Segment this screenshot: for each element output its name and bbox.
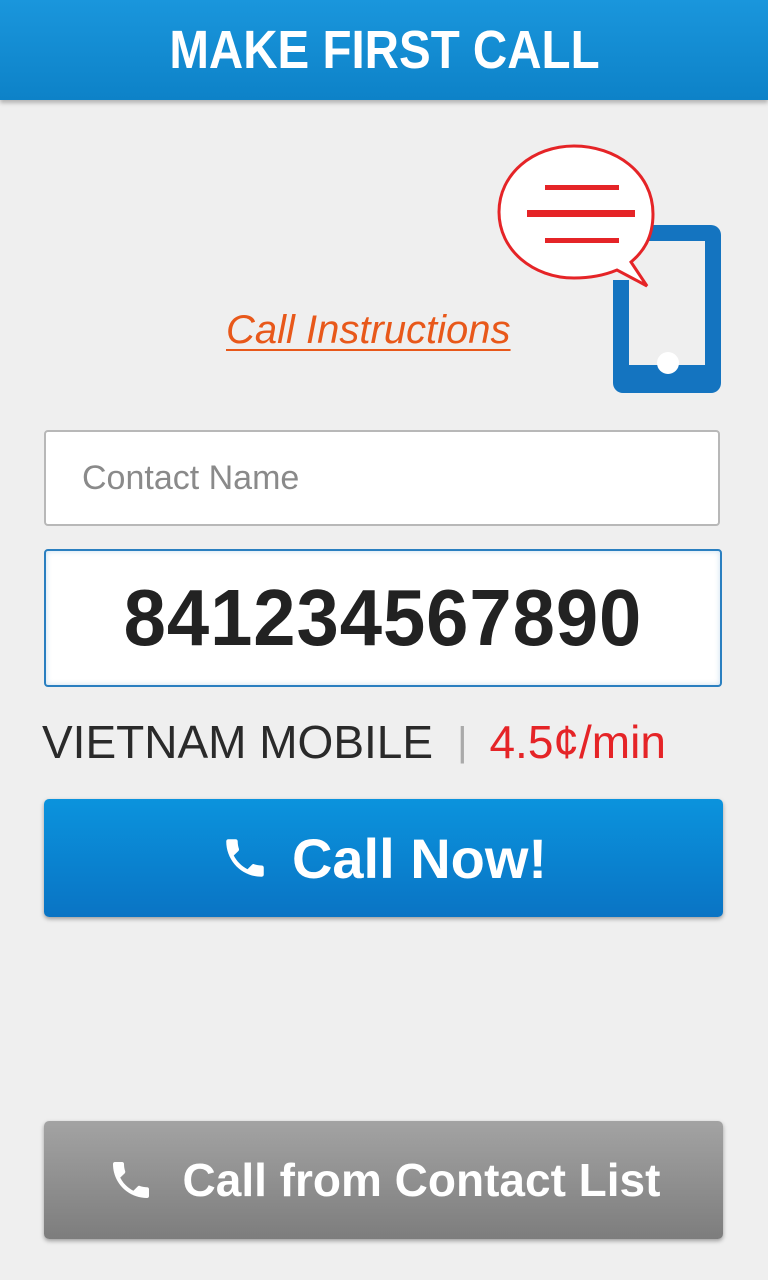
carrier-label: VIETNAM MOBILE bbox=[42, 716, 434, 768]
page-title: MAKE FIRST CALL bbox=[168, 20, 600, 80]
phone-handset-icon bbox=[220, 833, 270, 883]
phone-number-value: 841234567890 bbox=[123, 573, 643, 662]
app-header: MAKE FIRST CALL bbox=[0, 0, 768, 100]
call-now-button[interactable]: Call Now! bbox=[44, 799, 723, 917]
call-from-contact-list-button[interactable]: Call from Contact List bbox=[44, 1121, 723, 1239]
phone-chat-bubble-icon bbox=[495, 140, 730, 395]
call-now-label: Call Now! bbox=[291, 826, 548, 890]
rate-info: VIETNAM MOBILE | 4.5¢/min bbox=[42, 712, 666, 772]
call-from-contacts-label: Call from Contact List bbox=[182, 1154, 661, 1206]
contact-name-input[interactable] bbox=[44, 430, 720, 526]
call-instructions-link[interactable]: Call Instructions bbox=[226, 308, 511, 353]
rate-separator: | bbox=[457, 719, 468, 764]
phone-handset-icon bbox=[107, 1156, 155, 1204]
rate-value: 4.5¢/min bbox=[489, 716, 666, 768]
phone-number-field[interactable]: 841234567890 bbox=[44, 549, 722, 687]
